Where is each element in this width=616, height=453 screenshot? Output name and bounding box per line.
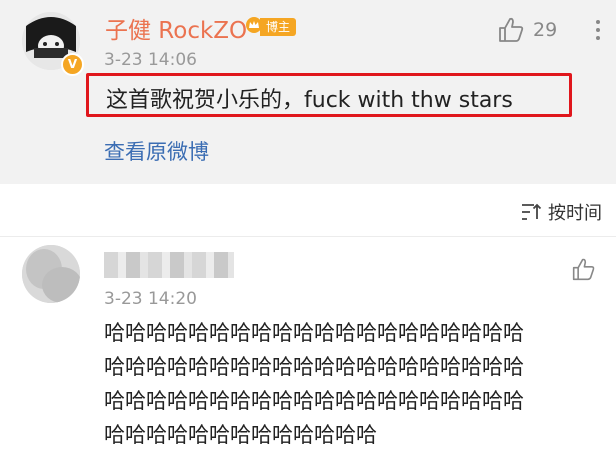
- host-badge: 博主: [260, 18, 297, 36]
- comment-time: 3-23 14:06: [104, 50, 197, 70]
- verified-badge-icon: V: [61, 53, 84, 76]
- thumbs-up-icon[interactable]: [571, 257, 596, 282]
- reply-text: 哈哈哈哈哈哈哈哈哈哈哈哈哈哈哈哈哈哈哈哈 哈哈哈哈哈哈哈哈哈哈哈哈哈哈哈哈哈哈哈…: [104, 316, 584, 452]
- view-original-link[interactable]: 查看原微博: [104, 136, 209, 166]
- reply-avatar[interactable]: [22, 245, 80, 303]
- reply-text-line: 哈哈哈哈哈哈哈哈哈哈哈哈哈哈哈哈哈哈哈哈: [104, 389, 524, 413]
- username[interactable]: 子健 RockZO: [105, 11, 247, 45]
- divider: [0, 236, 616, 237]
- reply-username-blurred[interactable]: [104, 252, 234, 278]
- sort-button[interactable]: 按时间: [520, 199, 602, 225]
- reply-text-line: 哈哈哈哈哈哈哈哈哈哈哈哈哈哈哈哈哈哈哈哈: [104, 321, 524, 345]
- reply-text-line: 哈哈哈哈哈哈哈哈哈哈哈哈哈: [104, 423, 377, 447]
- sort-icon: [522, 203, 542, 220]
- like-count: 29: [533, 19, 558, 41]
- reply-text-line: 哈哈哈哈哈哈哈哈哈哈哈哈哈哈哈哈哈哈哈哈: [104, 355, 524, 379]
- comment-text: 这首歌祝贺小乐的，fuck with thw stars: [106, 88, 513, 113]
- reply-avatar-image: [22, 245, 80, 303]
- sort-label: 按时间: [548, 203, 602, 224]
- more-vertical-icon[interactable]: [588, 18, 608, 42]
- thumbs-up-icon[interactable]: [497, 16, 525, 44]
- reply-time: 3-23 14:20: [104, 289, 197, 309]
- original-comment-card: V 子健 RockZO 博主 3-23 14:06 29 这首歌祝贺小乐的，fu…: [0, 0, 616, 184]
